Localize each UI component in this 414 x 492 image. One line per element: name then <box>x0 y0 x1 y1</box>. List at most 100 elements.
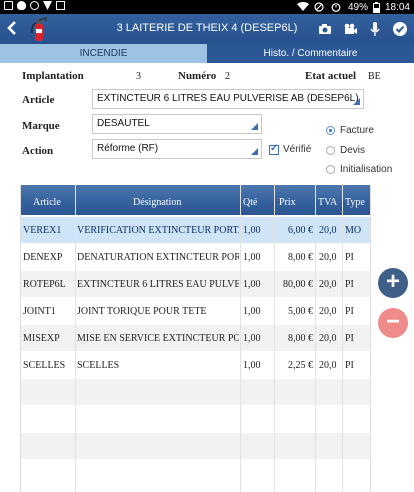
photo-notification-icon <box>4 1 13 10</box>
verifie-checkbox[interactable] <box>269 143 279 155</box>
cell-prix: 8,00 € <box>288 333 313 344</box>
cell-designation: JOINT TORIQUE POUR TETE <box>77 306 207 317</box>
microphone-icon <box>370 22 380 36</box>
lines-table: Article Désignation Qté Prix TVA Type VE… <box>20 185 371 492</box>
column-header-qte[interactable]: Qté <box>243 197 257 208</box>
table-row[interactable]: DENEXP DENATURATION EXTINCTEUR PORTAT 1,… <box>21 244 370 270</box>
cell-tva: 20,0 <box>319 360 337 371</box>
tab-bar: INCENDIE Histo. / Commentaire <box>0 44 414 63</box>
verifie-label: Vérifié <box>283 144 312 155</box>
cell-tva: 20,0 <box>319 225 337 236</box>
column-divider <box>75 185 76 492</box>
cell-prix: 2,25 € <box>288 360 313 371</box>
validate-button[interactable] <box>392 21 408 37</box>
action-select-value: Réforme (RF) <box>97 143 159 154</box>
dropdown-arrow-icon <box>251 148 258 155</box>
radio-facture-label: Facture <box>340 125 374 136</box>
video-camera-icon <box>344 23 357 34</box>
column-header-article[interactable]: Article <box>33 197 61 208</box>
radio-initialisation-label: Initialisation <box>340 164 393 175</box>
camera-icon <box>319 24 331 34</box>
clock: 18:04 <box>384 1 410 13</box>
implantation-value: 3 <box>136 71 141 82</box>
battery-percent: 49% <box>347 1 368 13</box>
cell-qte: 1,00 <box>243 252 261 263</box>
image-notification-icon <box>56 1 65 10</box>
wifi-icon <box>296 2 309 12</box>
article-select[interactable]: EXTINCTEUR 6 LITRES EAU PULVERISE AB (DE… <box>92 89 364 109</box>
sync-notification-icon <box>30 1 39 10</box>
table-row[interactable]: MISEXP MISE EN SERVICE EXTINCTEUR PORTA … <box>21 325 370 351</box>
article-label: Article <box>22 94 55 106</box>
cell-qte: 1,00 <box>243 225 261 236</box>
column-header-tva[interactable]: TVA <box>318 197 337 208</box>
tab-historique-commentaire[interactable]: Histo. / Commentaire <box>207 44 414 63</box>
implantation-label: Implantation <box>22 70 84 82</box>
cell-type: PI <box>345 333 354 344</box>
alarm-icon <box>331 2 343 12</box>
dropdown-arrow-icon <box>251 123 258 130</box>
cell-qte: 1,00 <box>243 306 261 317</box>
tab-incendie[interactable]: INCENDIE <box>0 44 207 63</box>
cell-article: DENEXP <box>23 252 63 263</box>
cell-article: ROTEP6L <box>23 279 66 290</box>
radio-initialisation[interactable] <box>326 165 335 174</box>
numero-label: Numéro <box>178 70 217 82</box>
marque-label: Marque <box>22 120 60 132</box>
empty-row <box>21 460 370 486</box>
table-row[interactable]: ROTEP6L EXTINCTEUR 6 LITRES EAU PULVERIS… <box>21 271 370 297</box>
cell-designation: MISE EN SERVICE EXTINCTEUR PORTA <box>77 333 239 344</box>
column-divider <box>274 185 275 492</box>
cell-prix: 6,00 € <box>288 225 313 236</box>
table-row[interactable]: VEREX1 VERIFICATION EXTINCTEUR PORTATII … <box>21 217 370 243</box>
empty-row <box>21 433 370 459</box>
column-divider <box>342 185 343 492</box>
status-bar: 49% 18:04 <box>0 0 414 14</box>
cell-designation: EXTINCTEUR 6 LITRES EAU PULVERISE <box>77 279 239 290</box>
column-divider <box>315 185 316 492</box>
cell-designation: DENATURATION EXTINCTEUR PORTAT <box>77 252 239 263</box>
cell-designation: VERIFICATION EXTINCTEUR PORTATII <box>77 225 239 236</box>
radio-facture[interactable] <box>326 126 335 135</box>
cell-article: JOINT1 <box>23 306 56 317</box>
check-circle-icon <box>393 22 407 36</box>
cell-type: MO <box>345 225 362 236</box>
cell-tva: 20,0 <box>319 306 337 317</box>
minus-icon: − <box>385 308 400 335</box>
cell-designation: SCELLES <box>77 360 120 371</box>
cell-article: MISEXP <box>23 333 60 344</box>
marque-select-value: DESAUTEL <box>97 118 150 129</box>
cell-tva: 20,0 <box>319 279 337 290</box>
article-select-value: EXTINCTEUR 6 LITRES EAU PULVERISE AB (DE… <box>97 93 359 104</box>
numero-value: 2 <box>225 71 230 82</box>
microphone-button[interactable] <box>367 21 383 37</box>
table-row[interactable]: JOINT1 JOINT TORIQUE POUR TETE 1,00 5,00… <box>21 298 370 324</box>
action-select[interactable]: Réforme (RF) <box>92 139 262 159</box>
title-bar: 3 LAITERIE DE THEIX 4 (DESEP6L) <box>0 14 414 44</box>
cell-article: SCELLES <box>23 360 66 371</box>
camera-button[interactable] <box>317 21 333 37</box>
battery-icon <box>372 1 380 13</box>
cell-qte: 1,00 <box>243 360 261 371</box>
column-header-type[interactable]: Type <box>345 197 365 208</box>
notification-icons <box>4 1 65 10</box>
cell-tva: 20,0 <box>319 252 337 263</box>
plus-icon: + <box>385 268 400 295</box>
remove-line-button[interactable]: − <box>378 308 408 338</box>
download-notification-icon <box>43 1 52 10</box>
action-label: Action <box>22 145 54 157</box>
table-row[interactable]: SCELLES SCELLES 1,00 2,25 € 20,0 PI <box>21 352 370 378</box>
column-header-prix[interactable]: Prix <box>279 197 296 208</box>
cell-type: PI <box>345 252 354 263</box>
cell-tva: 20,0 <box>319 333 337 344</box>
add-line-button[interactable]: + <box>378 268 408 298</box>
table-header: Article Désignation Qté Prix TVA Type <box>21 185 370 215</box>
video-button[interactable] <box>342 21 358 37</box>
marque-select[interactable]: DESAUTEL <box>92 114 262 134</box>
cell-qte: 1,00 <box>243 333 261 344</box>
empty-row <box>21 406 370 432</box>
dropdown-arrow-icon <box>353 98 360 105</box>
column-header-designation[interactable]: Désignation <box>133 197 181 208</box>
radio-devis[interactable] <box>326 146 335 155</box>
cell-prix: 5,00 € <box>288 306 313 317</box>
